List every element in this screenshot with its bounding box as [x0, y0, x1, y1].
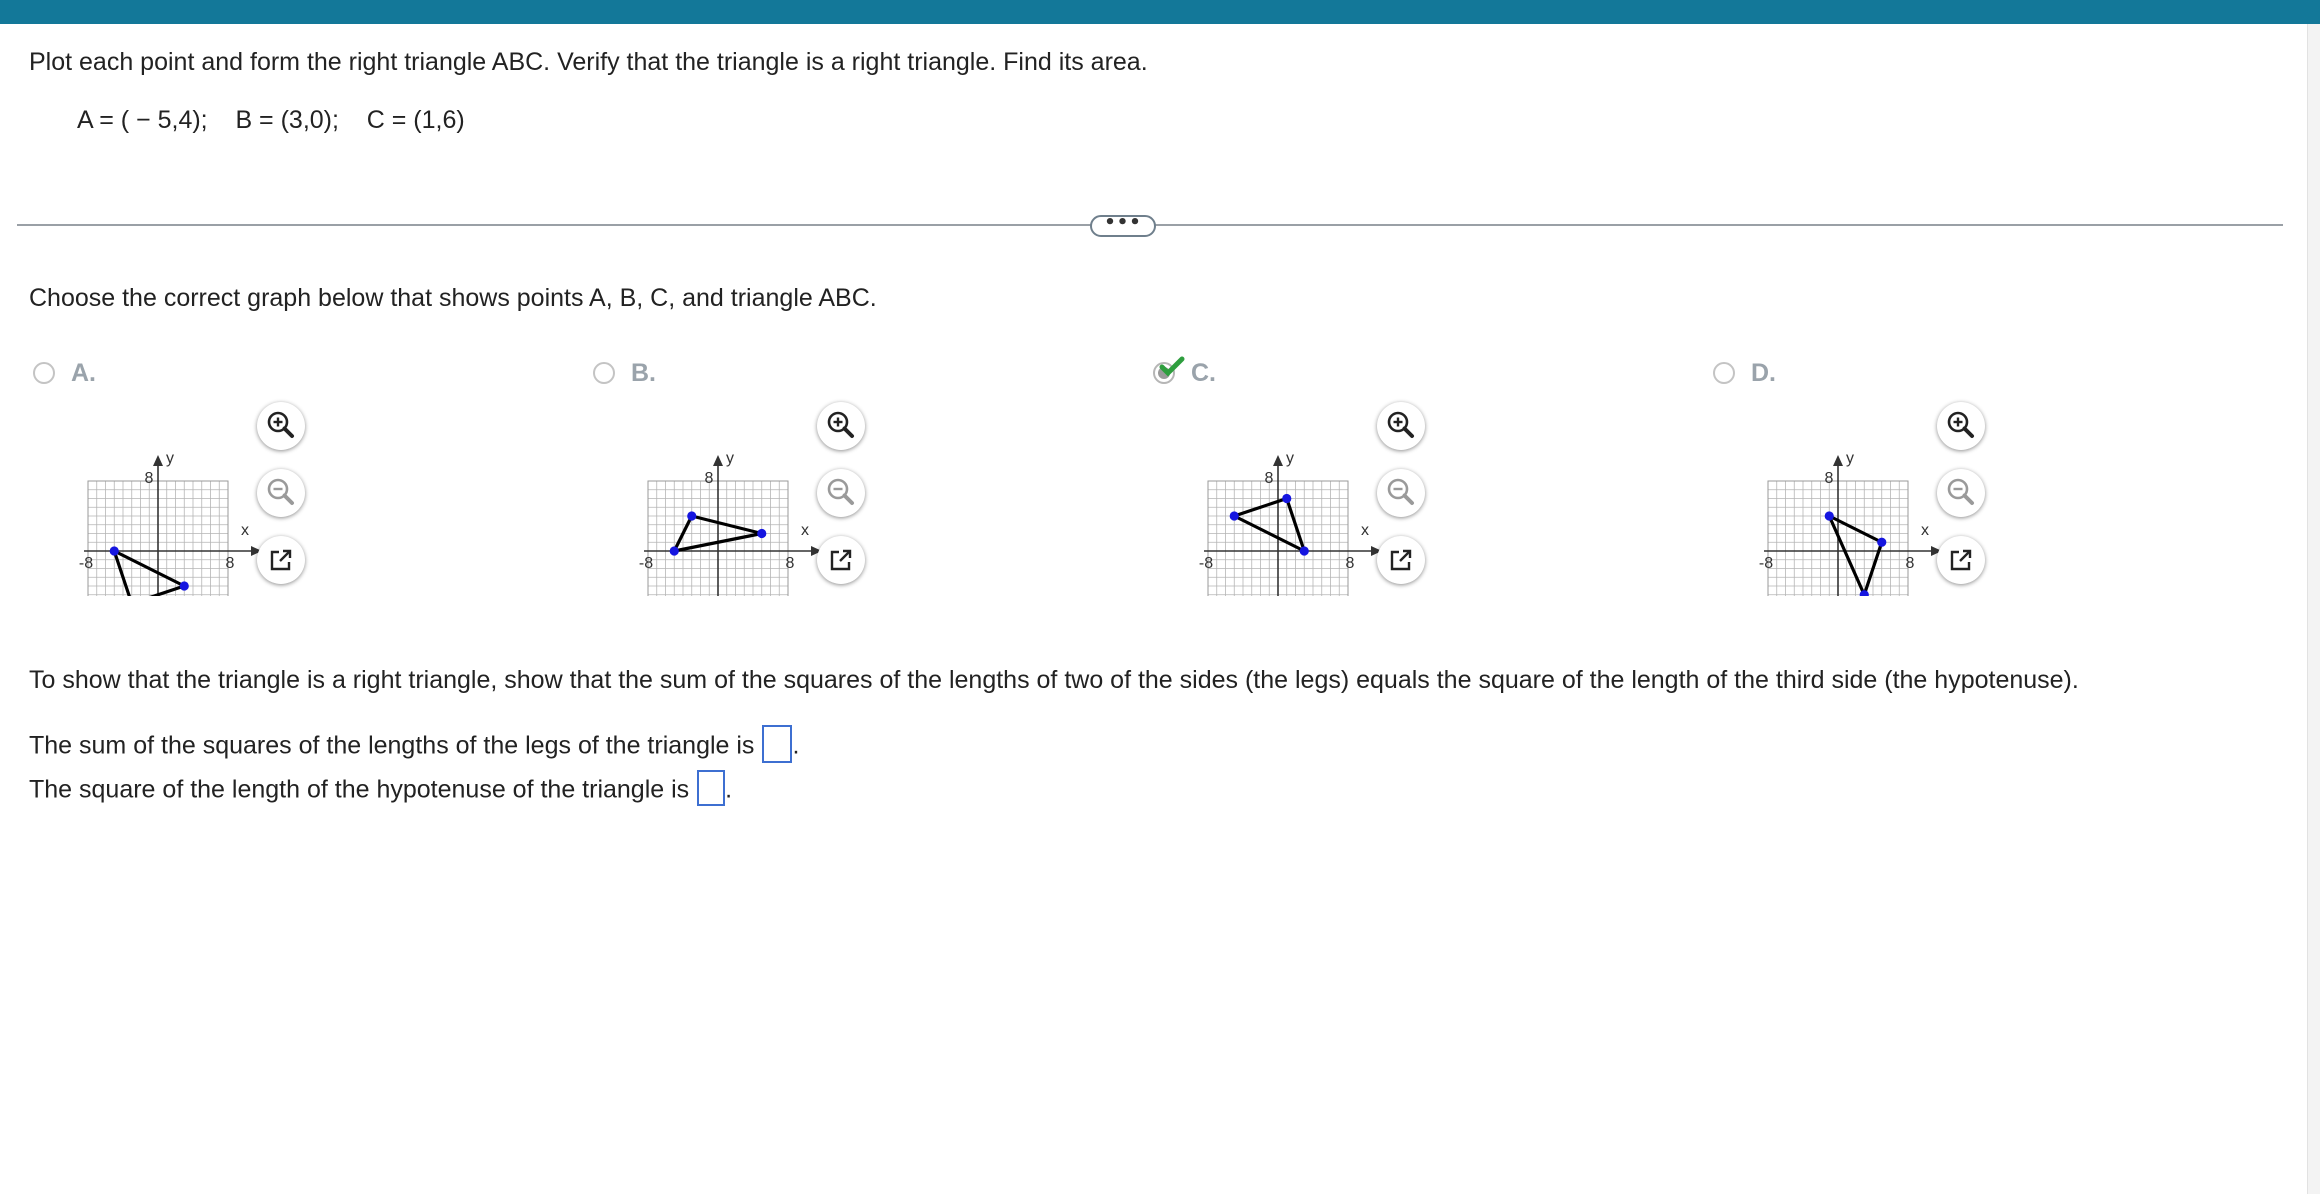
point-a-text: A = ( − 5,4); — [77, 106, 208, 134]
option-label: A. — [71, 359, 96, 387]
triangle-vertex — [1877, 537, 1887, 547]
open-in-new-window-button[interactable] — [817, 536, 865, 584]
question-title: Plot each point and form the right trian… — [29, 48, 1148, 76]
x-axis-label: x — [1921, 522, 1929, 539]
option-radio[interactable] — [33, 362, 55, 384]
period: . — [725, 775, 733, 804]
triangle-vertex — [1299, 546, 1309, 556]
point-c-text: C = (1,6) — [366, 106, 465, 134]
part2-instruction: To show that the triangle is a right tri… — [29, 666, 2079, 694]
x-max-label: 8 — [1906, 555, 1915, 572]
zoom-in-button[interactable] — [1377, 402, 1425, 450]
checkmark-icon — [1159, 356, 1185, 377]
zoom-in-icon — [827, 411, 854, 438]
option-radio[interactable] — [593, 362, 615, 384]
external-link-icon — [270, 549, 292, 571]
option-label: B. — [631, 359, 656, 387]
zoom-in-button[interactable] — [1937, 402, 1985, 450]
hypotenuse-square-text: The square of the length of the hypotenu… — [29, 775, 690, 804]
x-min-label: -8 — [1759, 555, 1773, 572]
y-axis-label: y — [726, 450, 734, 467]
zoom-out-button[interactable] — [1377, 469, 1425, 517]
zoom-out-button[interactable] — [257, 469, 305, 517]
external-link-icon — [830, 549, 852, 571]
zoom-in-icon — [1387, 411, 1414, 438]
triangle-vertex — [757, 528, 767, 539]
x-min-label: -8 — [639, 555, 653, 572]
hypotenuse-square-line: The square of the length of the hypotenu… — [29, 770, 733, 809]
x-min-label: -8 — [1199, 555, 1213, 572]
y-axis-arrow — [1273, 455, 1283, 466]
triangle-vertex — [687, 511, 697, 521]
x-max-label: 8 — [1346, 555, 1355, 572]
vertical-scrollbar[interactable] — [2307, 24, 2320, 1194]
top-bar — [0, 0, 2320, 24]
given-points: A = ( − 5,4); B = (3,0); C = (1,6) — [77, 105, 465, 135]
y-axis-arrow — [1833, 455, 1843, 466]
period: . — [792, 731, 800, 760]
y-axis-label: y — [1846, 450, 1854, 467]
x-max-label: 8 — [786, 555, 795, 572]
zoom-in-icon — [1947, 411, 1974, 438]
triangle-vertex — [179, 581, 189, 591]
option-c[interactable]: C.xy8-8-88 — [1149, 356, 1649, 598]
external-link-icon — [1950, 549, 1972, 571]
y-axis-arrow — [153, 455, 163, 466]
part1-prompt: Choose the correct graph below that show… — [29, 284, 877, 312]
triangle-vertex — [109, 546, 119, 556]
zoom-out-icon — [1387, 478, 1414, 505]
y-max-label: 8 — [705, 470, 714, 487]
y-axis-label: y — [1286, 450, 1294, 467]
point-b-text: B = (3,0); — [235, 106, 339, 134]
triangle-vertex — [1824, 511, 1834, 521]
triangle-vertex — [1229, 511, 1239, 521]
x-axis-label: x — [1361, 522, 1369, 539]
legs-sum-line: The sum of the squares of the lengths of… — [29, 725, 800, 766]
y-axis-label: y — [166, 450, 174, 467]
option-d[interactable]: D.xy8-8-88 — [1709, 358, 2209, 598]
y-max-label: 8 — [1265, 470, 1274, 487]
external-link-icon — [1390, 549, 1412, 571]
legs-sum-text: The sum of the squares of the lengths of… — [29, 731, 755, 760]
y-axis-arrow — [713, 455, 723, 466]
zoom-out-icon — [267, 478, 294, 505]
open-in-new-window-button[interactable] — [1937, 536, 1985, 584]
option-radio[interactable] — [1713, 362, 1735, 384]
zoom-in-icon — [267, 411, 294, 438]
x-min-label: -8 — [79, 555, 93, 572]
x-axis-label: x — [241, 522, 249, 539]
zoom-out-icon — [827, 478, 854, 505]
zoom-out-button[interactable] — [817, 469, 865, 517]
option-a[interactable]: A.xy8-8-88 — [29, 358, 529, 598]
open-in-new-window-button[interactable] — [257, 536, 305, 584]
x-max-label: 8 — [226, 555, 235, 572]
zoom-in-button[interactable] — [257, 402, 305, 450]
expand-more-button[interactable]: ••• — [1090, 214, 1156, 237]
option-b[interactable]: B.xy8-8-88 — [589, 358, 1089, 598]
zoom-out-icon — [1947, 478, 1974, 505]
zoom-out-button[interactable] — [1937, 469, 1985, 517]
legs-sum-input[interactable] — [762, 725, 793, 763]
y-max-label: 8 — [1825, 470, 1834, 487]
triangle-vertex — [669, 546, 679, 556]
x-axis-label: x — [801, 522, 809, 539]
zoom-in-button[interactable] — [817, 402, 865, 450]
y-max-label: 8 — [145, 470, 154, 487]
option-label: D. — [1751, 359, 1776, 387]
option-label: C. — [1191, 359, 1216, 387]
hypotenuse-square-input[interactable] — [697, 770, 726, 806]
triangle-vertex — [1282, 493, 1292, 504]
open-in-new-window-button[interactable] — [1377, 536, 1425, 584]
